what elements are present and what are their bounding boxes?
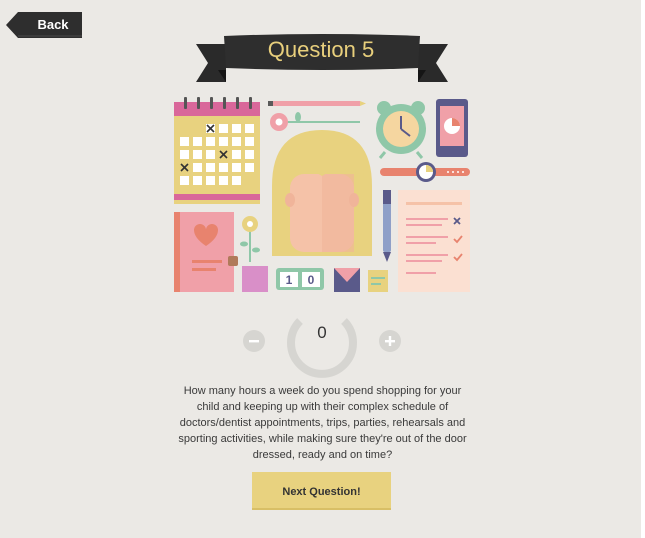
illustration: 1 0 (174, 97, 470, 292)
minus-icon (249, 340, 259, 343)
question-line: How many hours a week do you spend shopp… (183, 385, 462, 397)
hours-value: 0 (317, 323, 327, 342)
alarm-clock-icon (376, 101, 426, 159)
question-line: sporting activities, while making sure t… (178, 433, 467, 445)
smartphone-icon (436, 99, 468, 157)
question-line: child and keeping up with their complex … (196, 401, 449, 413)
question-text: How many hours a week do you spend shopp… (155, 383, 490, 463)
counter-icon: 1 0 (276, 268, 324, 290)
next-question-button[interactable]: Next Question! (252, 472, 391, 510)
quiz-screen: Back Question 5 1 0 0 How many hours a w… (0, 0, 641, 538)
flower-icon (270, 112, 360, 131)
page-edge (641, 0, 645, 538)
decrement-button[interactable] (243, 330, 265, 352)
back-label: Back (37, 17, 69, 32)
svg-text:0: 0 (308, 273, 315, 287)
calendar-icon (174, 97, 260, 204)
question-line: dressed, ready and on time? (252, 449, 393, 461)
checklist-icon (398, 190, 470, 292)
girl-face-icon (272, 130, 372, 256)
back-button[interactable]: Back (6, 12, 82, 38)
envelope-icon (334, 268, 360, 292)
question-title: Question 5 (267, 37, 375, 62)
pen-icon (383, 190, 391, 262)
pencil-icon (268, 101, 366, 106)
question-line: doctors/dentist appointments, trips, par… (179, 417, 466, 429)
watch-icon (380, 162, 470, 182)
pink-note-icon (242, 266, 268, 292)
plus-icon (385, 336, 395, 346)
notebook-icon (174, 212, 238, 292)
small-flower-icon (240, 216, 260, 262)
increment-button[interactable] (379, 330, 401, 352)
svg-text:1: 1 (286, 273, 293, 287)
sticky-note-icon (368, 270, 388, 292)
